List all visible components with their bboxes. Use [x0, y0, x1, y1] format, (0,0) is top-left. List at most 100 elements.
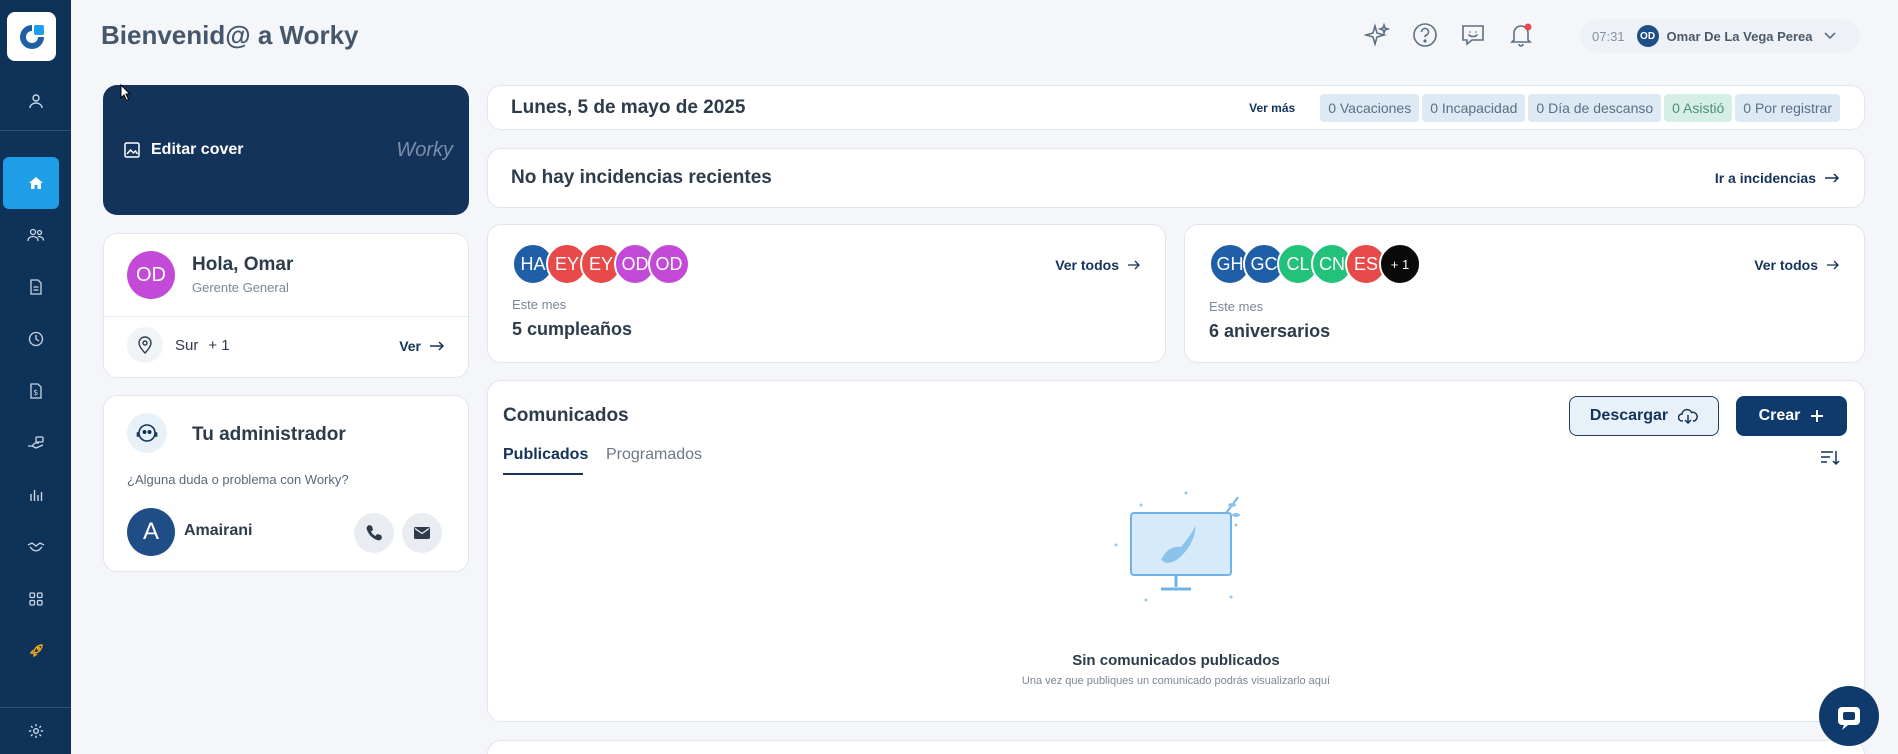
sidebar-item-settings[interactable] — [0, 707, 71, 754]
sidebar-item-apps[interactable] — [0, 573, 71, 625]
page-title: Bienvenid@ a Worky — [101, 20, 359, 50]
sidebar-item-people[interactable] — [0, 209, 71, 261]
cloud-download-icon — [1678, 408, 1699, 424]
incidents-link-label: Ir a incidencias — [1714, 170, 1816, 186]
profile-card: OD Hola, Omar Gerente General Sur + 1 Ve… — [103, 233, 469, 378]
sidebar-item-reports[interactable] — [0, 469, 71, 521]
announcements-title: Comunicados — [503, 405, 629, 426]
admin-avatar: A — [127, 508, 175, 556]
location-pin-icon — [127, 327, 163, 363]
edit-cover-button[interactable]: Editar cover — [123, 141, 243, 159]
chat-icon — [1838, 707, 1860, 730]
sidebar-item-onboarding[interactable] — [0, 625, 71, 677]
next-card — [487, 740, 1865, 754]
sidebar-item-documents[interactable] — [0, 261, 71, 313]
sidebar-item-home[interactable] — [0, 157, 71, 209]
sidebar-item-organization[interactable] — [0, 521, 71, 573]
worky-logo[interactable] — [7, 12, 56, 61]
sidebar-item-benefits[interactable] — [0, 417, 71, 469]
document-icon — [29, 279, 42, 295]
gear-icon — [28, 723, 43, 738]
profile-view-label: Ver — [399, 338, 421, 354]
tab-active-indicator — [503, 473, 583, 475]
email-button[interactable] — [402, 513, 442, 553]
incidents-card: No hay incidencias recientes Ir a incide… — [487, 148, 1865, 208]
clock-time: 07:31 — [1592, 28, 1625, 44]
mail-icon — [414, 527, 430, 539]
arrow-right-icon — [1827, 260, 1839, 270]
anniversary-more-badge[interactable]: + 1 — [1379, 243, 1421, 285]
chip-vacations: 0 Vacaciones — [1320, 94, 1420, 122]
people-icon — [26, 228, 44, 242]
anniversaries-period: Este mes — [1209, 299, 1264, 314]
anniversaries-see-all[interactable]: Ver todos — [1754, 257, 1840, 273]
arrow-right-icon — [1825, 173, 1840, 183]
incidents-text: No hay incidencias recientes — [511, 167, 772, 188]
location-extra: + 1 — [208, 337, 230, 354]
clock-icon — [28, 331, 43, 347]
notification-bell-icon[interactable] — [1506, 20, 1536, 50]
chip-attended: 0 Asistió — [1664, 94, 1733, 122]
birthdays-see-all[interactable]: Ver todos — [1055, 257, 1141, 273]
see-more-link[interactable]: Ver más — [1249, 101, 1295, 115]
rocket-icon — [29, 644, 43, 658]
arrow-right-icon — [430, 341, 445, 351]
sidebar-item-payroll[interactable]: $ — [0, 365, 71, 417]
empty-subtitle: Una vez que publiques un comunicado podr… — [1021, 675, 1331, 687]
feedback-icon[interactable] — [1458, 20, 1488, 50]
empty-title: Sin comunicados publicados — [1072, 652, 1280, 669]
arrow-right-icon — [1128, 260, 1140, 270]
admin-title: Tu administrador — [192, 424, 346, 445]
user-menu[interactable]: 07:31 OD Omar De La Vega Perea — [1580, 19, 1860, 53]
attendance-summary: Ver más 0 Vacaciones 0 Incapacidad 0 Día… — [1249, 94, 1840, 122]
plus-icon — [1811, 410, 1824, 422]
incidents-link[interactable]: Ir a incidencias — [1715, 170, 1840, 186]
sidebar-item-attendance[interactable] — [0, 313, 71, 365]
sidebar-profile-icon[interactable] — [0, 75, 71, 127]
chip-pending: 0 Por registrar — [1735, 94, 1840, 122]
create-button[interactable]: Crear — [1736, 396, 1847, 436]
chat-support-button[interactable] — [1819, 686, 1879, 746]
birthdays-card: HA EY EY OD OD Ver todos Este mes 5 cump… — [487, 224, 1166, 363]
phone-button[interactable] — [354, 513, 394, 553]
admin-question: ¿Alguna duda o problema con Worky? — [127, 472, 349, 487]
image-icon — [124, 142, 140, 158]
admin-name: Amairani — [184, 522, 253, 539]
birthday-avatar[interactable]: OD — [648, 243, 690, 285]
tab-scheduled[interactable]: Programados — [606, 446, 702, 464]
grid-icon — [28, 592, 43, 606]
cover-banner: Editar cover Worky — [103, 85, 469, 215]
phone-icon — [366, 525, 382, 541]
sidebar: $ — [0, 0, 71, 754]
birthdays-period: Este mes — [512, 297, 567, 312]
profile-role: Gerente General — [192, 280, 289, 295]
handshake-icon — [27, 542, 44, 552]
profile-location: Sur + 1 — [175, 337, 230, 354]
profile-avatar: OD — [127, 251, 175, 299]
chip-rest-day: 0 Día de descanso — [1528, 94, 1662, 122]
download-button[interactable]: Descargar — [1569, 396, 1719, 436]
profile-view-link[interactable]: Ver — [399, 338, 445, 354]
admin-card: Tu administrador ¿Alguna duda o problema… — [103, 395, 469, 572]
support-agent-icon — [127, 413, 167, 453]
profile-greeting: Hola, Omar — [192, 254, 294, 275]
chip-disability: 0 Incapacidad — [1422, 94, 1526, 122]
birthdays-count: 5 cumpleaños — [512, 319, 633, 339]
create-label: Crear — [1758, 407, 1801, 424]
birthdays-see-all-label: Ver todos — [1055, 257, 1119, 273]
ai-sparkle-icon[interactable] — [1362, 20, 1392, 50]
svg-text:$: $ — [33, 388, 38, 397]
help-icon[interactable] — [1410, 20, 1440, 50]
anniversaries-see-all-label: Ver todos — [1754, 257, 1818, 273]
tab-published[interactable]: Publicados — [503, 446, 588, 464]
sort-icon[interactable] — [1820, 449, 1840, 472]
date-bar: Lunes, 5 de mayo de 2025 Ver más 0 Vacac… — [487, 85, 1865, 130]
bar-chart-icon — [29, 490, 42, 501]
home-icon — [28, 177, 43, 189]
anniversaries-card: GH GC CL CN ES + 1 Ver todos Este mes 6 … — [1184, 224, 1865, 363]
hand-coin-icon — [27, 436, 44, 449]
edit-cover-label: Editar cover — [151, 141, 244, 158]
brand-watermark: Worky — [396, 139, 453, 161]
user-avatar: OD — [1636, 25, 1659, 47]
location-name: Sur — [175, 337, 199, 354]
